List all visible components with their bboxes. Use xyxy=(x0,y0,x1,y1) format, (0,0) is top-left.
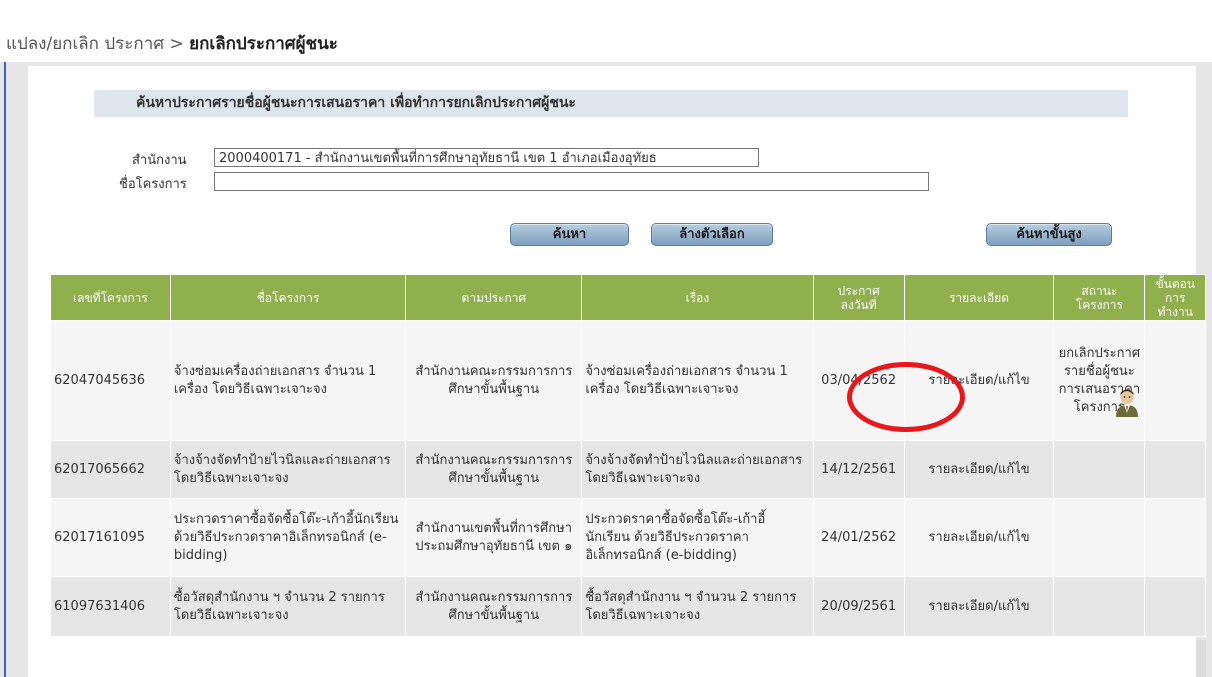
detail-edit-link[interactable]: รายละเอียด/แก้ไข xyxy=(903,320,1055,441)
breadcrumb-parent[interactable]: แปลง/ยกเลิก ประกาศ xyxy=(6,34,164,54)
col-announce-date-line2: ลงวันที่ xyxy=(840,297,877,312)
breadcrumb-separator: > xyxy=(169,34,184,54)
cell-subject: จ้างซ่อมเครื่องถ่ายเอกสาร จำนวน 1 เครื่อ… xyxy=(581,320,814,441)
cell-project-no: 62047045636 xyxy=(50,320,171,441)
project-name-label: ชื่อโครงการ xyxy=(119,177,187,192)
detail-edit-link[interactable]: รายละเอียด/แก้ไข xyxy=(903,498,1055,577)
cell-status: ยกเลิกประกาศรายชื่อผู้ชนะการเสนอราคาโครง… xyxy=(1053,320,1146,441)
col-project-no: เลขที่โครงการ xyxy=(50,274,171,321)
cell-date: 14/12/2561 xyxy=(812,440,905,499)
breadcrumb: แปลง/ยกเลิก ประกาศ > ยกเลิกประกาศผู้ชนะ xyxy=(6,30,338,57)
table-header-row: เลขที่โครงการ ชื่อโครงการ ตามประกาศ เรื่… xyxy=(50,274,1206,321)
cell-step xyxy=(1144,576,1206,637)
project-name-input[interactable] xyxy=(214,172,929,191)
cell-status xyxy=(1053,498,1146,577)
agency-label: สำนักงาน xyxy=(132,153,187,168)
col-detail: รายละเอียด xyxy=(903,274,1055,321)
table-row: 62047045636 จ้างซ่อมเครื่องถ่ายเอกสาร จำ… xyxy=(50,320,1206,441)
col-announce-date: ประกาศ ลงวันที่ xyxy=(812,274,905,321)
advanced-search-button[interactable]: ค้นหาขั้นสูง xyxy=(986,223,1112,246)
cell-issued-by: สำนักงานคณะกรรมการการศึกษาขั้นพื้นฐาน xyxy=(405,440,583,499)
cell-subject: ซื้อวัสดุสำนักงาน ฯ จำนวน 2 รายการ โดยวิ… xyxy=(581,576,814,637)
cell-subject: ประกวดราคาซื้อจัดซื้อโต๊ะ-เก้าอี้นักเรีย… xyxy=(581,498,814,577)
col-issued-by: ตามประกาศ xyxy=(405,274,583,321)
detail-edit-link[interactable]: รายละเอียด/แก้ไข xyxy=(903,440,1055,499)
cell-project-name: จ้างซ่อมเครื่องถ่ายเอกสาร จำนวน 1 เครื่อ… xyxy=(169,320,407,441)
clear-button[interactable]: ล้างตัวเลือก xyxy=(651,223,773,246)
detail-edit-link[interactable]: รายละเอียด/แก้ไข xyxy=(903,576,1055,637)
cell-date: 24/01/2562 xyxy=(812,498,905,577)
cell-issued-by: สำนักงานคณะกรรมการการศึกษาขั้นพื้นฐาน xyxy=(405,576,583,637)
search-section-title: ค้นหาประกาศรายชื่อผู้ชนะการเสนอราคา เพื่… xyxy=(136,95,576,111)
cell-project-name: จ้างจ้างจัดทำป้ายไวนิลและถ่ายเอกสาร โดยว… xyxy=(169,440,407,499)
cell-step xyxy=(1144,320,1206,441)
col-status-line1: สถานะ xyxy=(1081,283,1118,298)
officer-icon[interactable] xyxy=(1114,387,1140,421)
cell-issued-by: สำนักงานเขตพื้นที่การศึกษาประถมศึกษาอุทั… xyxy=(405,498,583,577)
cell-project-name: ประกวดราคาซื้อจัดซื้อโต๊ะ-เก้าอี้นักเรีย… xyxy=(169,498,407,577)
app-frame: แปลง/ยกเลิก ประกาศ > ยกเลิกประกาศผู้ชนะ … xyxy=(0,0,1212,677)
col-project-name: ชื่อโครงการ xyxy=(169,274,407,321)
col-subject: เรื่อง xyxy=(581,274,814,321)
cell-status xyxy=(1053,440,1146,499)
cell-date: 20/09/2561 xyxy=(812,576,905,637)
cell-status xyxy=(1053,576,1146,637)
col-step-line2: การ xyxy=(1165,290,1186,305)
table-row: 61097631406 ซื้อวัสดุสำนักงาน ฯ จำนวน 2 … xyxy=(50,576,1206,637)
cell-date: 03/04/2562 xyxy=(812,320,905,441)
breadcrumb-current: ยกเลิกประกาศผู้ชนะ xyxy=(189,34,338,54)
search-section-header: ค้นหาประกาศรายชื่อผู้ชนะการเสนอราคา เพื่… xyxy=(94,90,1128,117)
cell-subject: จ้างจ้างจัดทำป้ายไวนิลและถ่ายเอกสาร โดยว… xyxy=(581,440,814,499)
top-bar: แปลง/ยกเลิก ประกาศ > ยกเลิกประกาศผู้ชนะ xyxy=(0,0,1212,62)
col-announce-date-line1: ประกาศ xyxy=(837,283,880,298)
search-button[interactable]: ค้นหา xyxy=(510,223,629,246)
cell-project-name: ซื้อวัสดุสำนักงาน ฯ จำนวน 2 รายการ โดยวิ… xyxy=(169,576,407,637)
col-step-line1: ขั้นตอน xyxy=(1155,276,1196,291)
table-row: 62017161095 ประกวดราคาซื้อจัดซื้อโต๊ะ-เก… xyxy=(50,498,1206,577)
cell-project-no: 62017065662 xyxy=(50,440,171,499)
cell-project-no: 61097631406 xyxy=(50,576,171,637)
cell-project-no: 62017161095 xyxy=(50,498,171,577)
agency-field[interactable]: 2000400171 - สำนักงานเขตพื้นที่การศึกษาอ… xyxy=(214,148,759,167)
left-border xyxy=(4,0,6,677)
col-status-line2: โครงการ xyxy=(1075,297,1123,312)
scrollbar[interactable] xyxy=(1196,640,1206,677)
cell-issued-by: สำนักงานคณะกรรมการการศึกษาขั้นพื้นฐาน xyxy=(405,320,583,441)
col-status: สถานะ โครงการ xyxy=(1053,274,1146,321)
cell-step xyxy=(1144,498,1206,577)
table-row: 62017065662 จ้างจ้างจัดทำป้ายไวนิลและถ่า… xyxy=(50,440,1206,499)
results-table: เลขที่โครงการ ชื่อโครงการ ตามประกาศ เรื่… xyxy=(50,274,1206,637)
col-step: ขั้นตอน การ ทำงาน xyxy=(1144,274,1206,321)
col-step-line3: ทำงาน xyxy=(1157,304,1193,319)
cell-step xyxy=(1144,440,1206,499)
